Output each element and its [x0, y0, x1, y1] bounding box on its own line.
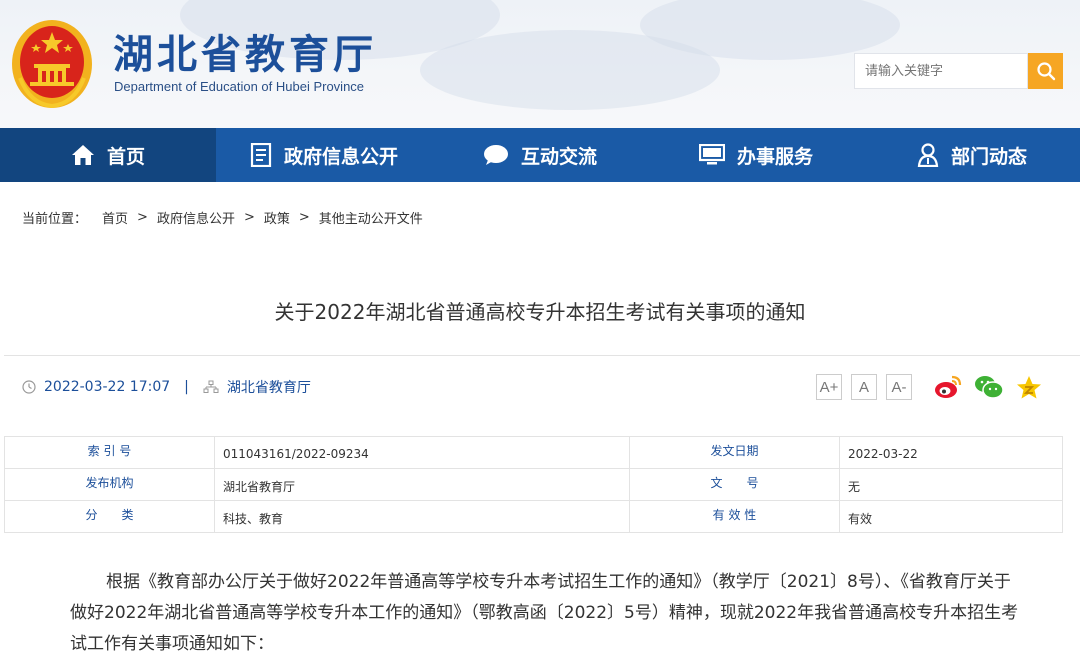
- article-title: 关于2022年湖北省普通高校专升本招生考试有关事项的通知: [0, 296, 1080, 325]
- breadcrumb-link-gov-info[interactable]: 政府信息公开: [157, 208, 235, 227]
- publish-datetime: 2022-03-22 17:07: [44, 379, 170, 395]
- nav-item-label: 部门动态: [951, 142, 1027, 169]
- issue-date-label: 发文日期: [630, 437, 840, 469]
- nav-item-home[interactable]: 首页: [0, 128, 216, 182]
- document-info-table: 索 引 号 011043161/2022-09234 发文日期 2022-03-…: [4, 436, 1063, 533]
- breadcrumb-separator: >: [299, 210, 310, 225]
- share-wechat-button[interactable]: [974, 372, 1004, 402]
- nav-item-label: 政府信息公开: [284, 142, 398, 169]
- breadcrumb-link-home[interactable]: 首页: [102, 208, 128, 227]
- breadcrumb: 当前位置： 首页 > 政府信息公开 > 政策 > 其他主动公开文件: [22, 208, 423, 227]
- issue-date-value: 2022-03-22: [840, 437, 1063, 469]
- title-divider: [4, 355, 1080, 356]
- share-weibo-button[interactable]: [933, 372, 963, 402]
- font-size-default-button[interactable]: A: [851, 374, 877, 400]
- font-size-decrease-button[interactable]: A-: [886, 374, 912, 400]
- issuing-org-label: 发布机构: [5, 469, 215, 501]
- index-number-value: 011043161/2022-09234: [215, 437, 630, 469]
- favorite-button[interactable]: [1014, 372, 1044, 402]
- font-size-increase-button[interactable]: A+: [816, 374, 842, 400]
- site-header: 湖北省教育厅 Department of Education of Hubei …: [0, 0, 1080, 128]
- breadcrumb-link-policy[interactable]: 政策: [264, 208, 290, 227]
- home-icon: [71, 144, 95, 166]
- clock-icon: [22, 380, 36, 394]
- chat-bubble-icon: [483, 144, 509, 166]
- article-source: 湖北省教育厅: [227, 377, 311, 397]
- nav-item-interaction[interactable]: 互动交流: [432, 128, 648, 182]
- category-label: 分 类: [5, 501, 215, 533]
- validity-value: 有效: [840, 501, 1063, 533]
- category-value: 科技、教育: [215, 501, 630, 533]
- national-emblem-icon: [10, 18, 94, 110]
- breadcrumb-link-other-files[interactable]: 其他主动公开文件: [319, 208, 423, 227]
- table-row: 分 类 科技、教育 有 效 性 有效: [5, 501, 1063, 533]
- breadcrumb-label: 当前位置：: [22, 208, 87, 227]
- search-icon: [1036, 61, 1056, 81]
- nav-item-label: 互动交流: [521, 142, 597, 169]
- document-number-label: 文 号: [630, 469, 840, 501]
- table-row: 发布机构 湖北省教育厅 文 号 无: [5, 469, 1063, 501]
- search-input[interactable]: [854, 53, 1028, 89]
- table-row: 索 引 号 011043161/2022-09234 发文日期 2022-03-…: [5, 437, 1063, 469]
- nav-item-department-news[interactable]: 部门动态: [864, 128, 1080, 182]
- person-icon: [917, 143, 939, 167]
- nav-item-label: 办事服务: [737, 142, 813, 169]
- breadcrumb-separator: >: [244, 210, 255, 225]
- issuing-org-value: 湖北省教育厅: [215, 469, 630, 501]
- article-body: 根据《教育部办公厅关于做好2022年普通高等学校专升本考试招生工作的通知》（教学…: [70, 567, 1020, 660]
- nav-item-label: 首页: [107, 142, 145, 169]
- nav-item-services[interactable]: 办事服务: [648, 128, 864, 182]
- weibo-icon: [933, 374, 963, 400]
- article-meta: 2022-03-22 17:07 | 湖北省教育厅: [22, 377, 311, 397]
- body-paragraph: 根据《教育部办公厅关于做好2022年普通高等学校专升本考试招生工作的通知》（教学…: [70, 567, 1020, 660]
- monitor-icon: [699, 144, 725, 166]
- document-icon: [250, 143, 272, 167]
- main-nav: 首页 政府信息公开 互动交流 办事: [0, 128, 1080, 182]
- search-button[interactable]: [1028, 53, 1063, 89]
- document-number-value: 无: [840, 469, 1063, 501]
- organization-icon: [203, 380, 219, 394]
- wechat-icon: [974, 374, 1004, 400]
- index-number-label: 索 引 号: [5, 437, 215, 469]
- favorite-star-icon: [1015, 374, 1043, 400]
- breadcrumb-separator: >: [137, 210, 148, 225]
- meta-separator: |: [184, 379, 189, 395]
- site-title: 湖北省教育厅: [113, 22, 377, 80]
- nav-item-gov-info[interactable]: 政府信息公开: [216, 128, 432, 182]
- validity-label: 有 效 性: [630, 501, 840, 533]
- site-subtitle: Department of Education of Hubei Provinc…: [114, 79, 364, 94]
